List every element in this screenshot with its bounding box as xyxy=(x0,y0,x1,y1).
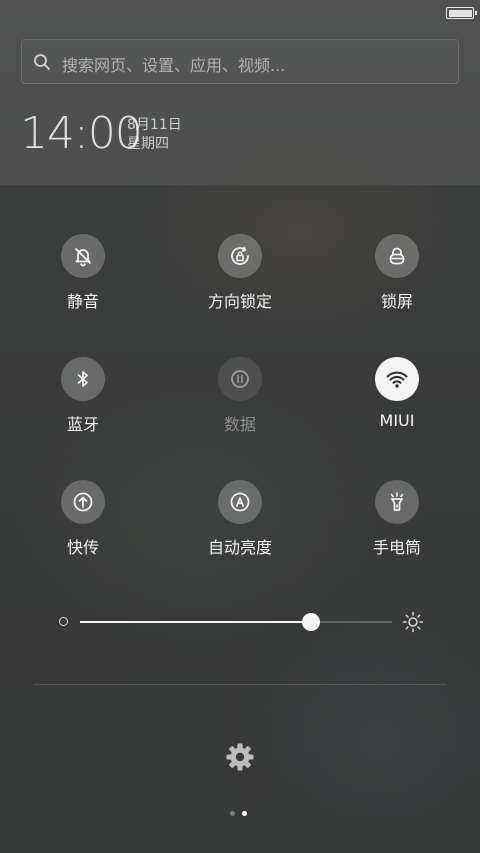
toggle-circle xyxy=(218,357,262,401)
toggle-label: 手电筒 xyxy=(372,538,421,557)
toggle-circle xyxy=(61,480,105,524)
toggle-mobile-data[interactable]: 数据 xyxy=(170,357,310,457)
toggle-label: 方向锁定 xyxy=(207,292,272,311)
auto-brightness-icon xyxy=(230,492,250,512)
brightness-slider[interactable] xyxy=(56,610,424,634)
toggle-lock-screen[interactable]: 锁屏 xyxy=(327,234,467,334)
toggle-rotation-lock[interactable]: 方向锁定 xyxy=(170,234,310,334)
slider-track[interactable] xyxy=(80,613,392,631)
toggle-auto-brightness[interactable]: 自动亮度 xyxy=(170,480,310,580)
search-icon xyxy=(34,54,50,70)
battery-icon xyxy=(446,7,477,19)
divider xyxy=(34,684,446,685)
toggle-circle xyxy=(218,234,262,278)
toggle-label: 快传 xyxy=(66,538,99,557)
date-label: 8月11日 xyxy=(127,117,182,133)
mobile-data-icon xyxy=(231,370,249,388)
slider-fill xyxy=(80,621,311,623)
slider-thumb[interactable] xyxy=(301,613,320,631)
page-dot-active xyxy=(242,811,247,816)
toggle-bluetooth[interactable]: 蓝牙 xyxy=(13,357,153,457)
toggle-flashlight[interactable]: 手电筒 xyxy=(327,480,467,580)
lock-icon xyxy=(389,247,405,265)
toggle-mute[interactable]: 静音 xyxy=(13,234,153,334)
toggle-wifi[interactable]: MIUI xyxy=(327,357,467,457)
toggle-circle xyxy=(375,480,419,524)
toggle-circle xyxy=(61,357,105,401)
search-bar[interactable]: 搜索网页、设置、应用、视频... xyxy=(21,39,459,84)
wifi-icon xyxy=(386,371,408,388)
brightness-low-icon xyxy=(59,617,68,626)
weekday-label: 星期四 xyxy=(127,136,169,152)
toggle-circle xyxy=(218,480,262,524)
clock-date[interactable]: 8月11日 星期四 xyxy=(127,116,182,154)
flashlight-icon xyxy=(390,492,404,511)
toggle-circle xyxy=(61,234,105,278)
page-dot xyxy=(230,811,235,816)
clock-time[interactable]: 14:00 xyxy=(20,106,143,162)
gear-icon[interactable] xyxy=(223,740,257,774)
toggle-circle xyxy=(375,357,419,401)
bluetooth-icon xyxy=(77,371,88,387)
toggle-label: MIUI xyxy=(379,411,415,430)
brightness-high-icon xyxy=(402,611,424,633)
toggle-label: 蓝牙 xyxy=(66,415,99,434)
page-indicator xyxy=(230,811,250,817)
toggle-label: 静音 xyxy=(66,292,99,311)
quick-transfer-icon xyxy=(73,492,93,512)
toggle-quick-transfer[interactable]: 快传 xyxy=(13,480,153,580)
search-placeholder: 搜索网页、设置、应用、视频... xyxy=(62,56,286,75)
toggle-label: 锁屏 xyxy=(380,292,413,311)
rotation-lock-icon xyxy=(231,246,249,265)
toggle-label: 数据 xyxy=(223,415,256,434)
toggle-circle xyxy=(375,234,419,278)
toggle-label: 自动亮度 xyxy=(207,538,272,557)
bell-off-icon xyxy=(75,248,91,267)
battery-fill xyxy=(448,9,472,17)
